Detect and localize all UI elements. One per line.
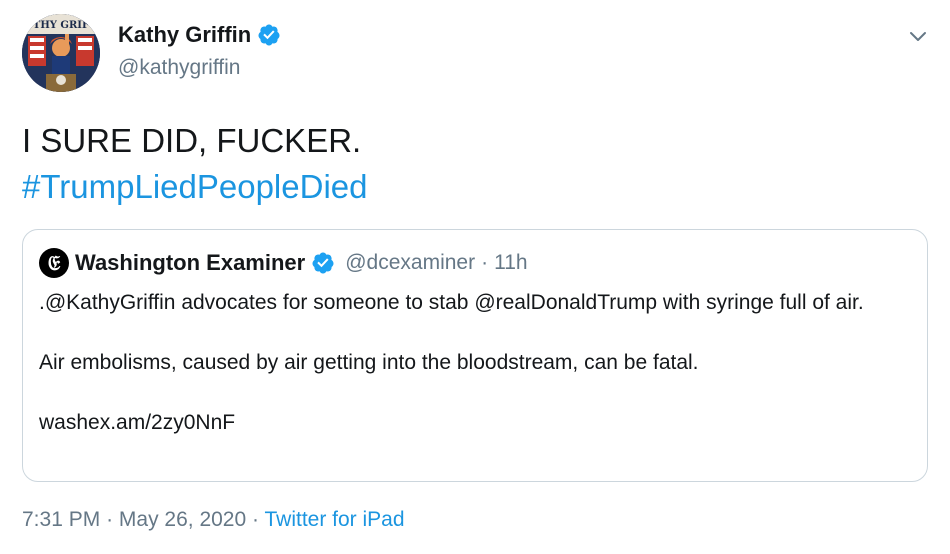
- tweet-source-link[interactable]: Twitter for iPad: [264, 508, 404, 531]
- verified-badge-icon: [312, 252, 334, 274]
- washington-examiner-logo: 𝔈: [39, 248, 69, 278]
- quoted-tweet-body: .@KathyGriffin advocates for someone to …: [39, 288, 899, 438]
- quoted-tweet-link: washex.am/2zy0NnF: [39, 411, 236, 434]
- tweet-card: THY GRIF Kathy Griffin @kathygriffin I S…: [0, 0, 950, 554]
- tweet-footer: 7:31 PM · May 26, 2020 · Twitter for iPa…: [22, 508, 405, 532]
- separator-dot: ·: [252, 508, 260, 531]
- quoted-tweet-paragraph: .@KathyGriffin advocates for someone to …: [39, 291, 864, 314]
- svg-text:THY GRIF: THY GRIF: [33, 20, 89, 31]
- chevron-down-icon[interactable]: [906, 24, 930, 48]
- avatar-image: THY GRIF: [22, 14, 100, 92]
- avatar[interactable]: THY GRIF: [22, 14, 100, 92]
- quoted-tweet-time: 11h: [494, 251, 528, 274]
- verified-badge-icon: [258, 24, 280, 46]
- tweet-text: I SURE DID, FUCKER. #TrumpLiedPeopleDied: [22, 118, 368, 210]
- author-name-row[interactable]: Kathy Griffin: [118, 22, 281, 48]
- quoted-tweet-paragraph: Air embolisms, caused by air getting int…: [39, 351, 699, 374]
- author-name[interactable]: Kathy Griffin: [118, 22, 251, 48]
- quoted-tweet[interactable]: 𝔈 Washington Examiner @dcexaminer · 11h …: [22, 229, 928, 482]
- tweet-date[interactable]: May 26, 2020: [119, 508, 246, 531]
- separator-dot: ·: [481, 251, 489, 274]
- separator-dot: ·: [106, 508, 114, 531]
- quoted-tweet-header: 𝔈 Washington Examiner @dcexaminer · 11h: [39, 248, 528, 278]
- author-handle[interactable]: @kathygriffin: [118, 56, 240, 80]
- hashtag-link[interactable]: #TrumpLiedPeopleDied: [22, 164, 368, 210]
- tweet-text-line: I SURE DID, FUCKER.: [22, 122, 362, 159]
- quoted-author-name: Washington Examiner: [75, 250, 306, 275]
- quoted-author-handle: @dcexaminer: [345, 251, 476, 274]
- tweet-time[interactable]: 7:31 PM: [22, 508, 100, 531]
